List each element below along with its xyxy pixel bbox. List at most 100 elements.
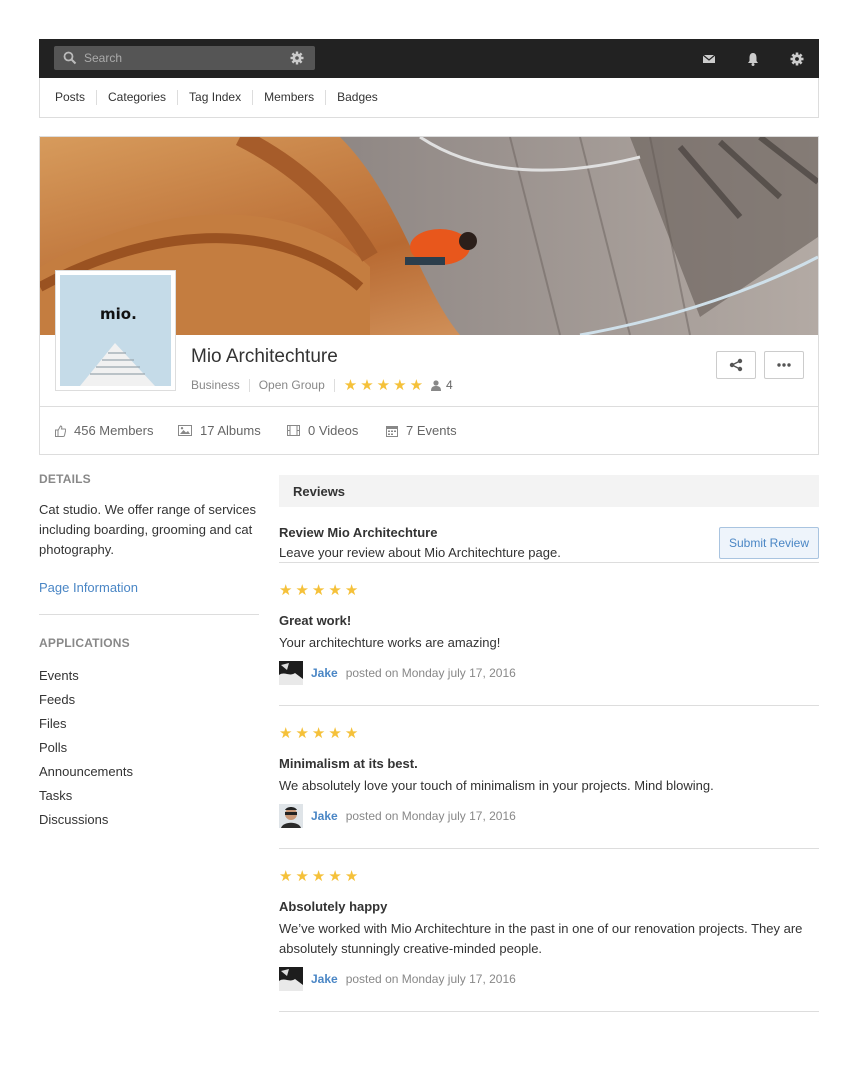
star-icon: ★ bbox=[376, 377, 391, 394]
review-author-line: Jake posted on Monday july 17, 2016 bbox=[279, 661, 516, 685]
app-item-discussions[interactable]: Discussions bbox=[39, 808, 259, 832]
app-item-files[interactable]: Files bbox=[39, 712, 259, 736]
star-icon: ★ bbox=[409, 377, 424, 394]
gear-icon[interactable] bbox=[290, 51, 304, 65]
page-description: Cat studio. We offer range of services i… bbox=[39, 502, 257, 557]
applications-list: Events Feeds Files Polls Announcements T… bbox=[39, 664, 259, 832]
gear-icon[interactable] bbox=[789, 51, 805, 67]
image-icon bbox=[178, 425, 192, 436]
search-placeholder: Search bbox=[84, 51, 123, 65]
star-icon: ★ bbox=[328, 725, 342, 742]
review-cta-title: Review Mio Architechture bbox=[279, 525, 438, 540]
group-type-label: Open Group bbox=[258, 378, 325, 392]
avatar-logo-text: mio. bbox=[100, 305, 137, 323]
review-date: posted on Monday july 17, 2016 bbox=[345, 972, 516, 986]
star-icon: ★ bbox=[344, 868, 359, 885]
star-icon: ★ bbox=[360, 377, 374, 394]
mail-icon[interactable] bbox=[701, 51, 717, 67]
search-input[interactable]: Search bbox=[54, 46, 315, 70]
sidebar: DETAILS Cat studio. We offer range of se… bbox=[39, 472, 259, 832]
review-cta: Review Mio Architechture Leave your revi… bbox=[279, 475, 819, 563]
submit-review-button[interactable]: Submit Review bbox=[719, 527, 819, 559]
details-heading: DETAILS bbox=[39, 472, 91, 486]
review-cta-text: Leave your review about Mio Architechtur… bbox=[279, 545, 561, 560]
app-item-feeds[interactable]: Feeds bbox=[39, 688, 259, 712]
stat-albums-label: 17 Albums bbox=[200, 423, 261, 438]
nav-posts[interactable]: Posts bbox=[55, 90, 96, 105]
app-item-announcements[interactable]: Announcements bbox=[39, 760, 259, 784]
review-title: Minimalism at its best. bbox=[279, 756, 418, 771]
review-author[interactable]: Jake bbox=[311, 972, 338, 986]
nav-members[interactable]: Members bbox=[252, 90, 325, 105]
page-header-card: mio. Mio Architechture Business Open Gro… bbox=[39, 136, 819, 455]
star-icon: ★ bbox=[311, 868, 326, 885]
review-body: We absolutely love your touch of minimal… bbox=[279, 778, 714, 793]
user-icon bbox=[431, 379, 442, 391]
nav-categories[interactable]: Categories bbox=[96, 90, 177, 105]
star-icon: ★ bbox=[328, 868, 342, 885]
review-item: ★ ★ ★ ★ ★ Great work! Your architechture wor… bbox=[279, 563, 819, 706]
star-icon: ★ bbox=[328, 582, 342, 599]
ellipsis-icon bbox=[777, 363, 791, 367]
star-icon: ★ bbox=[393, 377, 407, 394]
star-icon: ★ bbox=[295, 725, 309, 742]
review-body: We’ve worked with Mio Architechture in t… bbox=[279, 921, 803, 956]
page-rating: ★ ★ ★ ★ ★ bbox=[344, 376, 423, 394]
star-icon: ★ bbox=[279, 868, 293, 885]
reviews-section: Reviews Review Mio Architechture Leave y… bbox=[279, 475, 819, 1012]
app-item-events[interactable]: Events bbox=[39, 664, 259, 688]
review-author[interactable]: Jake bbox=[311, 809, 338, 823]
avatar[interactable] bbox=[279, 661, 303, 685]
review-title: Absolutely happy bbox=[279, 899, 388, 914]
star-icon: ★ bbox=[279, 582, 293, 599]
sub-navigation: Posts Categories Tag Index Members Badge… bbox=[39, 78, 819, 118]
star-icon: ★ bbox=[343, 377, 358, 394]
review-body: Your architechture works are amazing! bbox=[279, 635, 501, 650]
page-meta: Business Open Group ★ ★ ★ ★ ★ 4 bbox=[191, 376, 453, 394]
review-author[interactable]: Jake bbox=[311, 666, 338, 680]
stat-videos[interactable]: 0 Videos bbox=[287, 423, 358, 438]
stat-videos-label: 0 Videos bbox=[308, 423, 359, 438]
avatar[interactable] bbox=[279, 804, 303, 828]
page-avatar[interactable]: mio. bbox=[55, 270, 176, 391]
stat-members[interactable]: 456 Members bbox=[55, 423, 153, 438]
star-icon: ★ bbox=[311, 725, 326, 742]
category-label[interactable]: Business bbox=[191, 378, 240, 392]
review-author-line: Jake posted on Monday july 17, 2016 bbox=[279, 804, 516, 828]
more-options-button[interactable] bbox=[764, 351, 804, 379]
review-date: posted on Monday july 17, 2016 bbox=[345, 809, 516, 823]
bell-icon[interactable] bbox=[745, 51, 761, 67]
page-title: Mio Architechture bbox=[191, 346, 338, 367]
page-stats-bar: 456 Members 17 Albums 0 Videos 7 Events bbox=[40, 406, 818, 454]
member-count: 4 bbox=[431, 378, 453, 392]
thumbs-up-icon bbox=[55, 424, 66, 437]
member-count-value: 4 bbox=[446, 378, 453, 392]
avatar[interactable] bbox=[279, 967, 303, 991]
share-button[interactable] bbox=[716, 351, 756, 379]
stat-members-label: 456 Members bbox=[74, 423, 154, 438]
sidebar-divider bbox=[39, 614, 259, 615]
review-rating: ★ ★ ★ ★ ★ bbox=[279, 581, 358, 599]
stat-events-label: 7 Events bbox=[406, 423, 457, 438]
app-item-tasks[interactable]: Tasks bbox=[39, 784, 259, 808]
star-icon: ★ bbox=[279, 725, 293, 742]
review-item: ★ ★ ★ ★ ★ Absolutely happy We’ve worked with… bbox=[279, 849, 819, 1012]
review-author-line: Jake posted on Monday july 17, 2016 bbox=[279, 967, 516, 991]
review-rating: ★ ★ ★ ★ ★ bbox=[279, 724, 358, 742]
review-title: Great work! bbox=[279, 613, 352, 628]
film-icon bbox=[287, 425, 300, 436]
review-date: posted on Monday july 17, 2016 bbox=[345, 666, 516, 680]
star-icon: ★ bbox=[295, 868, 309, 885]
nav-badges[interactable]: Badges bbox=[325, 90, 389, 105]
search-icon bbox=[63, 51, 77, 65]
top-navbar: Search bbox=[39, 39, 819, 78]
stat-albums[interactable]: 17 Albums bbox=[178, 423, 261, 438]
review-rating: ★ ★ ★ ★ ★ bbox=[279, 867, 358, 885]
calendar-icon bbox=[386, 425, 398, 437]
app-item-polls[interactable]: Polls bbox=[39, 736, 259, 760]
meta-divider bbox=[333, 378, 335, 392]
star-icon: ★ bbox=[344, 582, 359, 599]
page-information-link[interactable]: Page Information bbox=[39, 580, 259, 595]
nav-tag-index[interactable]: Tag Index bbox=[177, 90, 252, 105]
stat-events[interactable]: 7 Events bbox=[386, 423, 457, 438]
